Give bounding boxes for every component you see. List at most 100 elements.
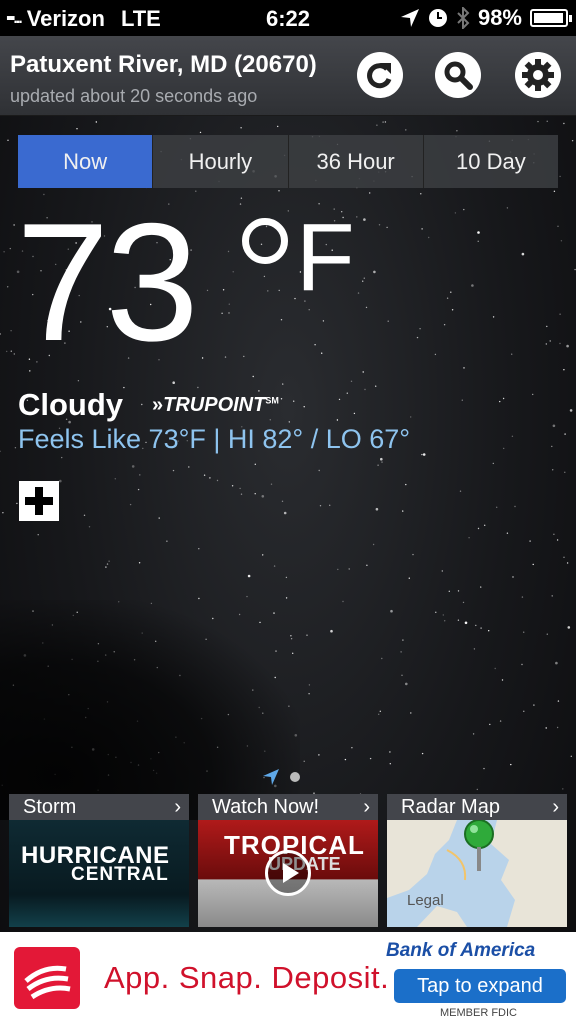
star — [348, 568, 350, 570]
star — [221, 312, 223, 314]
star — [277, 125, 279, 128]
star — [496, 506, 498, 508]
star — [88, 526, 91, 528]
search-button[interactable] — [435, 52, 481, 98]
tab-36-hour[interactable]: 36 Hour — [288, 135, 424, 188]
star — [570, 755, 572, 757]
star — [521, 663, 523, 666]
star — [454, 212, 457, 214]
ad-brand: Bank of America — [386, 940, 536, 961]
star — [477, 231, 480, 234]
tap-to-expand-button[interactable]: Tap to expand — [394, 969, 566, 1003]
star — [389, 763, 391, 765]
star — [14, 447, 17, 449]
star — [350, 380, 353, 382]
star — [172, 381, 175, 385]
tropical-update-image: TROPICAL UPDATE — [198, 820, 378, 927]
star — [262, 554, 264, 556]
star — [446, 297, 449, 299]
star — [369, 757, 372, 760]
star — [471, 284, 474, 287]
tab-hourly[interactable]: Hourly — [153, 135, 289, 188]
star — [77, 380, 80, 382]
star — [240, 197, 243, 199]
page-dot[interactable] — [290, 772, 300, 782]
star — [442, 614, 444, 616]
star — [303, 406, 305, 408]
star — [476, 788, 478, 791]
star — [240, 493, 243, 495]
star — [556, 726, 559, 729]
star — [269, 419, 271, 421]
star — [553, 190, 556, 192]
star — [365, 306, 368, 309]
star — [267, 290, 269, 292]
star — [357, 292, 360, 294]
watch-now-card[interactable]: Watch Now! › TROPICAL UPDATE — [198, 794, 378, 927]
star — [566, 562, 569, 564]
hurricane-central-image: HURRICANE CENTRAL — [9, 820, 189, 927]
star — [363, 218, 366, 221]
star — [559, 342, 561, 345]
settings-button[interactable] — [515, 52, 561, 98]
star — [546, 325, 548, 328]
star — [197, 386, 199, 389]
star — [564, 433, 566, 435]
star — [362, 371, 364, 373]
star — [559, 175, 561, 178]
star — [364, 388, 366, 391]
star — [7, 139, 9, 141]
star — [499, 400, 501, 403]
star — [314, 344, 316, 346]
map-pin-icon — [464, 820, 494, 871]
temperature-unit: F — [296, 204, 355, 311]
star — [511, 435, 514, 437]
star — [108, 560, 110, 562]
star — [306, 634, 308, 636]
star — [552, 424, 556, 428]
star — [356, 216, 358, 218]
play-icon[interactable] — [265, 850, 311, 896]
updated-timestamp: updated about 20 seconds ago — [10, 86, 258, 106]
star — [247, 574, 251, 578]
star — [243, 355, 245, 358]
star — [351, 747, 353, 749]
star — [435, 611, 437, 613]
star — [389, 751, 391, 753]
star — [0, 333, 1, 335]
expand-details-button[interactable] — [19, 481, 59, 521]
star — [501, 679, 504, 681]
refresh-button[interactable] — [357, 52, 403, 98]
bank-flag-logo — [14, 947, 80, 1009]
star — [158, 517, 160, 519]
star — [6, 350, 8, 353]
tab-10-day[interactable]: 10 Day — [423, 135, 558, 188]
star — [402, 510, 404, 512]
star — [416, 336, 419, 339]
star — [506, 532, 509, 534]
storm-card[interactable]: Storm › HURRICANE CENTRAL — [9, 794, 189, 927]
tab-now[interactable]: Now — [18, 135, 154, 188]
star — [483, 767, 485, 770]
ad-banner[interactable]: App. Snap. Deposit. Bank of America Tap … — [0, 932, 576, 1022]
star — [551, 445, 553, 448]
star — [545, 343, 547, 345]
star — [308, 684, 311, 686]
star — [448, 590, 450, 592]
star — [514, 505, 516, 508]
radar-map-card[interactable]: Radar Map › Legal — [387, 794, 567, 927]
star — [378, 713, 380, 715]
ad-tagline: App. Snap. Deposit. — [104, 960, 390, 995]
star — [477, 240, 479, 242]
star — [344, 758, 347, 761]
location-title[interactable]: Patuxent River, MD (20670) — [10, 51, 317, 79]
map-legal-link[interactable]: Legal — [407, 892, 444, 909]
star — [10, 330, 12, 332]
star — [138, 562, 141, 564]
star — [546, 633, 548, 635]
star — [473, 648, 476, 650]
chevron-right-icon: › — [363, 795, 370, 818]
star — [463, 208, 465, 211]
star — [375, 385, 377, 387]
star — [283, 511, 287, 515]
